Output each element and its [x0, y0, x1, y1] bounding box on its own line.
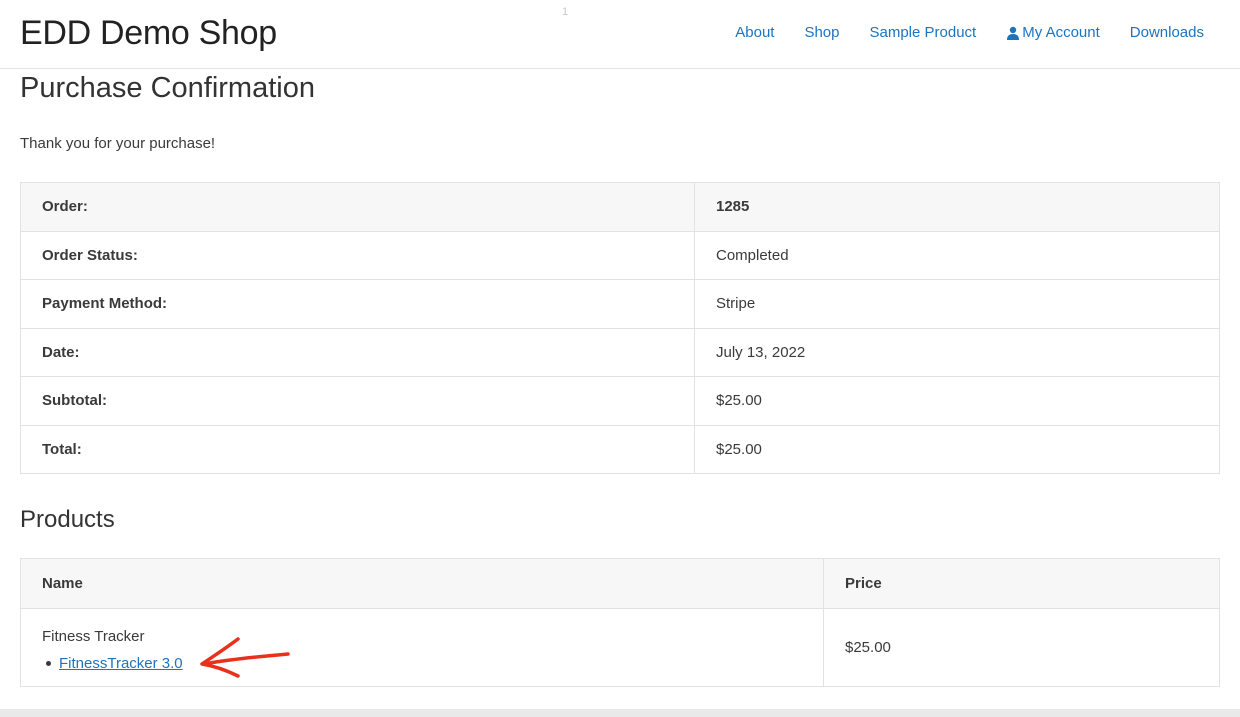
nav-item-shop[interactable]: Shop	[804, 24, 839, 41]
products-header-row: Name Price	[20, 558, 1220, 609]
column-header-name: Name	[20, 558, 824, 609]
download-list-item: FitnessTracker 3.0	[42, 655, 823, 672]
nav-item-label: Shop	[804, 24, 840, 41]
receipt-value: $25.00	[694, 424, 1220, 474]
nav-item-sample-product[interactable]: Sample Product	[870, 24, 977, 41]
site-title[interactable]: EDD Demo Shop	[20, 14, 277, 53]
product-cell: Fitness Tracker FitnessTracker 3.0	[20, 608, 824, 687]
user-icon	[1006, 26, 1020, 40]
nav-item-label: My Account	[1022, 24, 1100, 41]
receipt-label: Order Status:	[20, 230, 695, 280]
receipt-label: Date:	[20, 327, 695, 377]
receipt-row-payment-method: Payment Method: Stripe	[20, 279, 1220, 329]
receipt-row-total: Total: $25.00	[20, 424, 1220, 474]
stray-mark: 1	[562, 6, 569, 18]
receipt-label: Payment Method:	[20, 279, 695, 329]
nav-item-about[interactable]: About	[735, 24, 774, 41]
receipt-value: 1285	[694, 182, 1220, 232]
receipt-label: Order:	[20, 182, 695, 232]
receipt-row-subtotal: Subtotal: $25.00	[20, 376, 1220, 426]
page-title: Purchase Confirmation	[20, 72, 315, 104]
receipt-value: Completed	[694, 230, 1220, 280]
main-nav: About Shop Sample Product My Account Dow…	[735, 24, 1204, 41]
download-link[interactable]: FitnessTracker 3.0	[59, 655, 183, 672]
receipt-row-order: Order: 1285	[20, 182, 1220, 232]
bullet-icon	[46, 660, 51, 666]
receipt-value: $25.00	[694, 376, 1220, 426]
footer-bar	[0, 709, 1240, 717]
receipt-value: July 13, 2022	[694, 327, 1220, 377]
nav-item-downloads[interactable]: Downloads	[1130, 24, 1204, 41]
column-header-price: Price	[823, 558, 1220, 609]
receipt-row-date: Date: July 13, 2022	[20, 327, 1220, 377]
products-heading: Products	[20, 506, 115, 533]
receipt-row-order-status: Order Status: Completed	[20, 230, 1220, 280]
site-header: EDD Demo Shop 1 About Shop Sample Produc…	[0, 0, 1240, 69]
product-price: $25.00	[823, 608, 1220, 687]
nav-item-my-account[interactable]: My Account	[1006, 24, 1100, 41]
nav-item-label: Sample Product	[869, 24, 977, 41]
receipt-label: Total:	[20, 424, 695, 474]
nav-item-label: About	[735, 24, 775, 41]
receipt-label: Subtotal:	[20, 376, 695, 426]
receipt-table: Order: 1285 Order Status: Completed Paym…	[20, 182, 1220, 474]
receipt-value: Stripe	[694, 279, 1220, 329]
product-name: Fitness Tracker	[42, 627, 145, 645]
thank-you-message: Thank you for your purchase!	[20, 135, 216, 152]
nav-item-label: Downloads	[1129, 24, 1204, 41]
annotation-arrow-icon	[200, 637, 290, 678]
